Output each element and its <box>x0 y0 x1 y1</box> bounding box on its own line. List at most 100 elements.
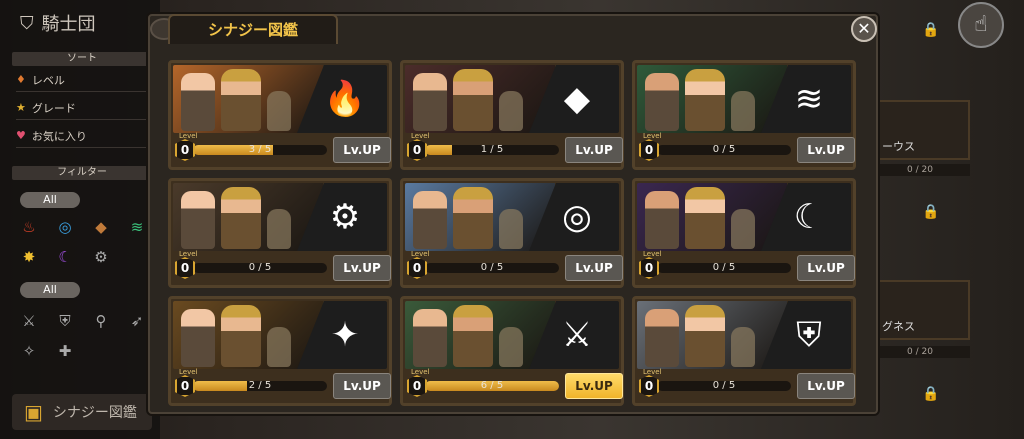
synergy-card-wind: ≋ 0 / 5 0 Level Lv.UP <box>632 60 856 170</box>
lv-up-button[interactable]: Lv.UP <box>333 137 391 163</box>
light-icon[interactable]: ✸ <box>20 248 38 266</box>
hero-sprite <box>453 69 493 131</box>
synergy-footer: 0 / 5 0 Level Lv.UP <box>405 250 623 283</box>
knight-emblem-icon: ⛉ <box>20 12 34 34</box>
hero-card[interactable]: ーウス <box>870 100 970 160</box>
filter-all-element[interactable]: All <box>20 192 80 208</box>
progress-text: 0 / 5 <box>712 144 736 155</box>
level-label: Level <box>179 368 198 376</box>
mechanic-icon[interactable]: ⚙ <box>92 248 110 266</box>
hero-count: 0 / 20 <box>870 164 970 176</box>
filter-all-class[interactable]: All <box>20 282 80 298</box>
hero-sprite <box>645 191 679 249</box>
hero-portraits <box>637 65 787 133</box>
hero-portraits <box>637 301 787 369</box>
synergy-grid: 🔥 3 / 5 0 Level Lv.UP ◆ 1 / 5 0 Level Lv… <box>168 60 858 408</box>
lv-up-button[interactable]: Lv.UP <box>797 373 855 399</box>
hero-count: 0 / 20 <box>870 346 970 358</box>
sort-favorite[interactable]: ♥ お気に入り <box>16 124 146 148</box>
hero-weapon <box>731 91 755 131</box>
hero-weapon <box>499 327 523 367</box>
synergy-footer: 0 / 5 0 Level Lv.UP <box>637 132 855 165</box>
close-button[interactable]: ✕ <box>851 16 877 42</box>
level-label: Level <box>643 132 662 140</box>
hero-portraits <box>405 301 555 369</box>
earth-icon: ◆ <box>563 79 591 119</box>
level-badge: 0 <box>175 139 195 161</box>
synergy-card-fire: 🔥 3 / 5 0 Level Lv.UP <box>168 60 392 170</box>
hero-sprite <box>685 305 725 367</box>
wind-icon[interactable]: ≋ <box>128 218 146 236</box>
level-label: Level <box>411 132 430 140</box>
hero-sprite <box>413 73 447 131</box>
water-icon[interactable]: ◎ <box>56 218 74 236</box>
hero-sprite <box>685 187 725 249</box>
lock-icon: 🔒 <box>922 204 940 220</box>
synergy-banner: ⛨ <box>637 301 851 369</box>
synergy-footer: 2 / 5 0 Level Lv.UP <box>173 368 391 401</box>
progress-text: 2 / 5 <box>248 380 272 391</box>
shield-icon: ⛨ <box>796 315 822 355</box>
dark-icon[interactable]: ☾ <box>56 248 74 266</box>
synergy-card-sword: ⚔ 6 / 5 0 Level Lv.UP <box>400 296 624 406</box>
sort-level[interactable]: ♦ レベル <box>16 68 146 92</box>
level-badge: 0 <box>407 139 427 161</box>
star-icon: ★ <box>16 101 26 114</box>
class-archer-icon[interactable]: ➶ <box>128 312 146 330</box>
hand-pointer-icon[interactable]: ☝ <box>958 2 1004 48</box>
hero-weapon <box>267 327 291 367</box>
class-support-icon[interactable]: ✚ <box>56 342 74 360</box>
lv-up-button[interactable]: Lv.UP <box>333 255 391 281</box>
earth-icon[interactable]: ◆ <box>92 218 110 236</box>
synergy-banner: ☾ <box>637 183 851 251</box>
class-tank-icon[interactable]: ⛨ <box>56 312 74 330</box>
level-badge: 0 <box>639 139 659 161</box>
lv-up-button[interactable]: Lv.UP <box>333 373 391 399</box>
hero-portraits <box>173 301 323 369</box>
synergy-card-shield: ⛨ 0 / 5 0 Level Lv.UP <box>632 296 856 406</box>
hero-sprite <box>181 73 215 131</box>
synergy-banner: ✦ <box>173 301 387 369</box>
level-label: Level <box>643 250 662 258</box>
sort-header: ソート <box>12 52 152 66</box>
right-column: 🔒 ☝ ーウス 0 / 20 🔒 グネス 0 / 20 🔒 <box>870 0 1024 439</box>
side-title: ⛉ 騎士団 <box>20 12 96 36</box>
synergy-footer: 6 / 5 0 Level Lv.UP <box>405 368 623 401</box>
synergy-book-button[interactable]: ▣ シナジー図鑑 <box>12 394 152 430</box>
synergy-footer: 1 / 5 0 Level Lv.UP <box>405 132 623 165</box>
hero-portraits <box>405 65 555 133</box>
hero-card[interactable]: グネス <box>870 280 970 340</box>
synergy-card-light: ✦ 2 / 5 0 Level Lv.UP <box>168 296 392 406</box>
level-badge: 0 <box>407 257 427 279</box>
hero-sprite <box>413 191 447 249</box>
synergy-footer: 0 / 5 0 Level Lv.UP <box>173 250 391 283</box>
hero-sprite <box>221 187 261 249</box>
lv-up-button[interactable]: Lv.UP <box>797 255 855 281</box>
synergy-card-dark: ☾ 0 / 5 0 Level Lv.UP <box>632 178 856 288</box>
lv-up-button[interactable]: Lv.UP <box>797 137 855 163</box>
modal-title-tab: シナジー図鑑 <box>168 14 338 44</box>
level-label: Level <box>179 132 198 140</box>
level-badge: 0 <box>407 375 427 397</box>
water-icon: ◎ <box>562 197 592 237</box>
lv-up-button[interactable]: Lv.UP <box>565 137 623 163</box>
hero-portraits <box>173 183 323 251</box>
hero-weapon <box>499 209 523 249</box>
hero-portraits <box>173 65 323 133</box>
class-mage-icon[interactable]: ⚲ <box>92 312 110 330</box>
class-assassin-icon[interactable]: ✧ <box>20 342 38 360</box>
light-icon: ✦ <box>330 315 360 355</box>
lock-icon: 🔒 <box>922 386 940 402</box>
wind-icon: ≋ <box>794 79 824 119</box>
fire-icon[interactable]: ♨ <box>20 218 38 236</box>
synergy-banner: 🔥 <box>173 65 387 133</box>
synergy-banner: ◆ <box>405 65 619 133</box>
sort-grade[interactable]: ★ グレード <box>16 96 146 120</box>
lv-up-button[interactable]: Lv.UP <box>565 373 623 399</box>
lv-up-button[interactable]: Lv.UP <box>565 255 623 281</box>
hero-weapon <box>499 91 523 131</box>
hero-weapon <box>267 209 291 249</box>
class-warrior-icon[interactable]: ⚔ <box>20 312 38 330</box>
synergy-card-mechanic: ⚙ 0 / 5 0 Level Lv.UP <box>168 178 392 288</box>
level-label: Level <box>643 368 662 376</box>
